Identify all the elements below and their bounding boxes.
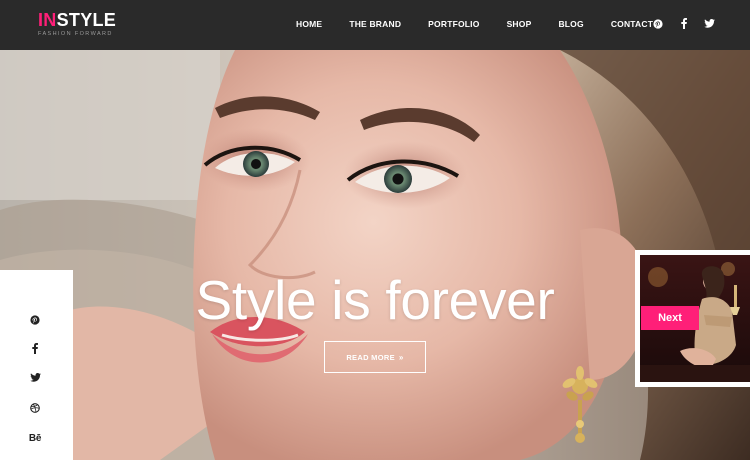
twitter-icon[interactable] [704, 17, 715, 30]
read-more-button[interactable]: READ MORE » [324, 341, 426, 373]
logo-main-text: STYLE [56, 10, 117, 30]
pinterest-icon[interactable] [28, 313, 42, 327]
next-slide-card[interactable]: Next [635, 250, 750, 387]
next-slide-button[interactable]: Next [641, 306, 699, 330]
nav-home[interactable]: HOME [296, 19, 322, 29]
twitter-icon[interactable] [28, 370, 42, 384]
dribbble-icon[interactable] [28, 401, 42, 415]
nav-shop[interactable]: SHOP [507, 19, 532, 29]
double-chevron-right-icon: » [398, 352, 404, 362]
read-more-label: READ MORE [346, 352, 395, 362]
header-social-links [652, 17, 715, 30]
behance-icon[interactable]: Bē [28, 431, 42, 445]
logo-accent-text: IN [38, 10, 57, 30]
nav-portfolio[interactable]: PORTFOLIO [428, 19, 479, 29]
pinterest-icon[interactable] [652, 17, 663, 30]
nav-blog[interactable]: BLOG [558, 19, 583, 29]
logo-wordmark: INSTYLE [38, 11, 116, 29]
site-header: INSTYLE FASHION FORWARD HOME THE BRAND P… [0, 0, 750, 50]
facebook-icon[interactable] [678, 17, 689, 30]
main-nav: HOME THE BRAND PORTFOLIO SHOP BLOG CONTA… [296, 19, 653, 29]
nav-contact[interactable]: CONTACT [611, 19, 653, 29]
site-logo[interactable]: INSTYLE FASHION FORWARD [38, 11, 116, 38]
nav-the-brand[interactable]: THE BRAND [349, 19, 401, 29]
logo-tagline: FASHION FORWARD [38, 31, 113, 37]
side-share-panel: Bē [0, 270, 73, 460]
facebook-icon[interactable] [28, 341, 42, 355]
